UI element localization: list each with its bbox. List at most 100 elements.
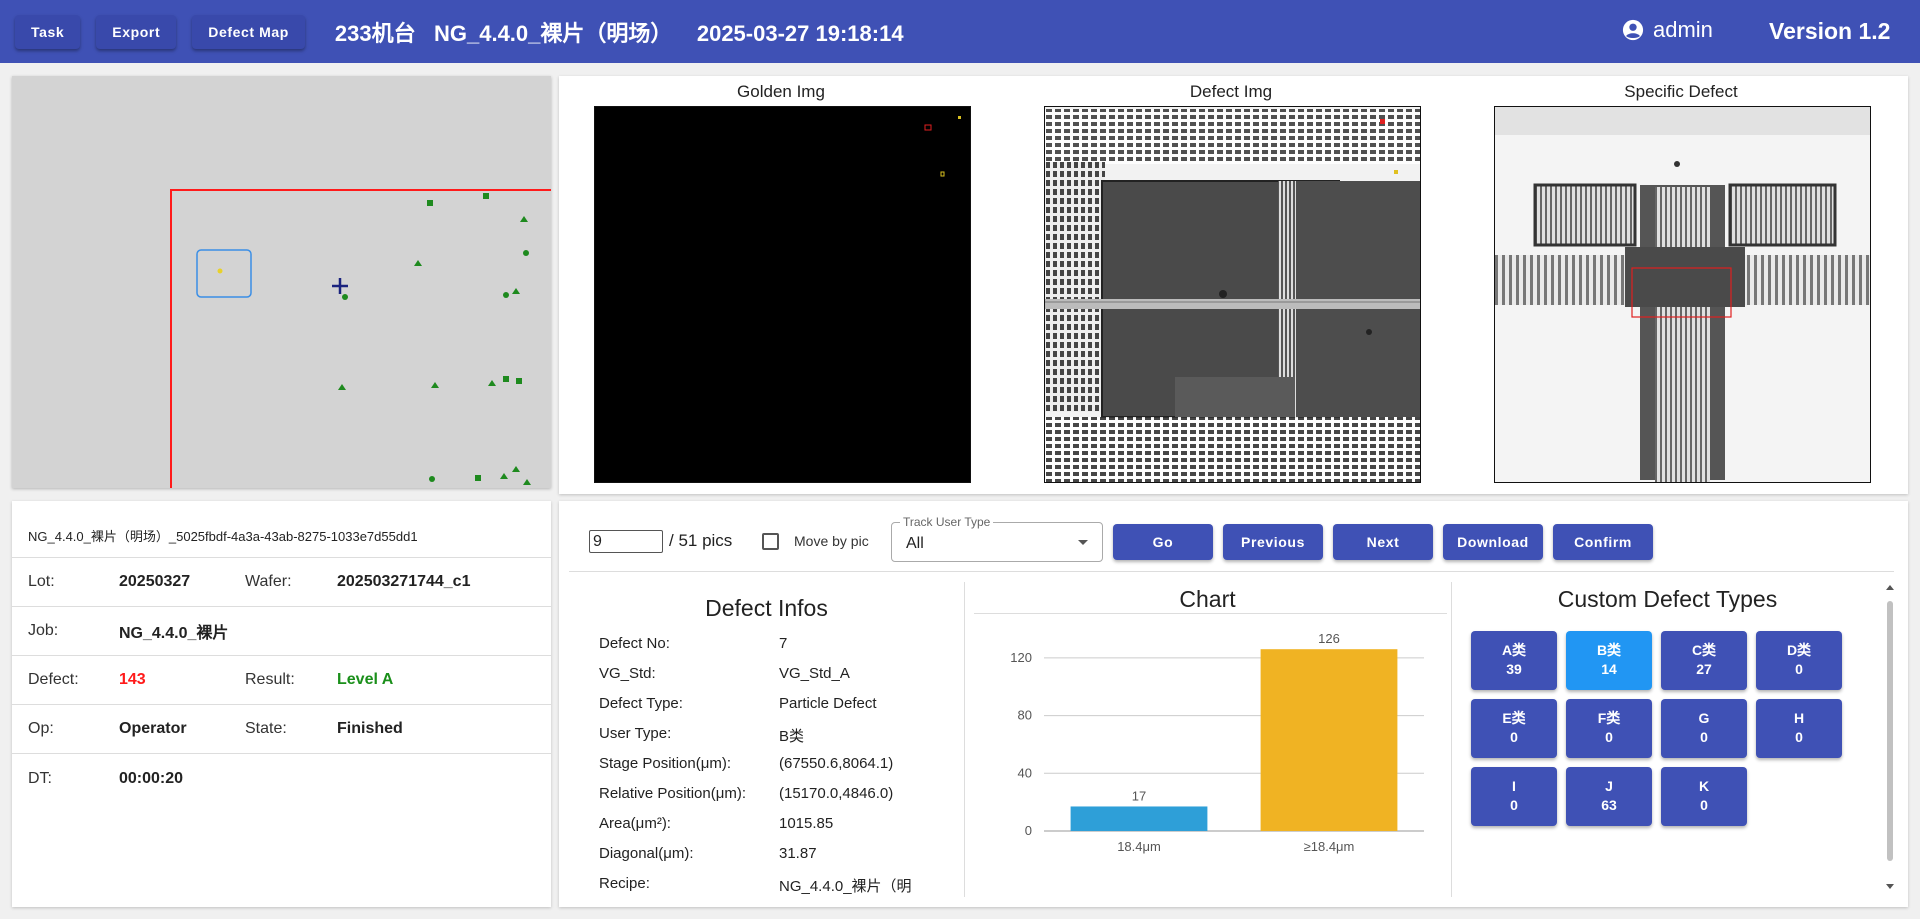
- next-button[interactable]: Next: [1333, 524, 1433, 560]
- lot-label: Lot:: [28, 573, 55, 590]
- defect-type-button[interactable]: A类 39: [1471, 631, 1557, 690]
- pic-total-label: / 51 pics: [669, 531, 733, 550]
- app-header: Task Export Defect Map 233机台 NG_4.4.0_裸片…: [0, 0, 1920, 63]
- pic-number-input[interactable]: 9: [589, 530, 663, 553]
- download-button[interactable]: Download: [1443, 524, 1543, 560]
- defect-info-row: Defect No: 7: [599, 635, 787, 652]
- defect-info-row: VG_Std: VG_Std_A: [599, 665, 850, 682]
- task-button[interactable]: Task: [15, 14, 81, 49]
- chart-bar: [1260, 649, 1398, 831]
- defect-type-button[interactable]: G0: [1661, 699, 1747, 758]
- dt-label: DT:: [28, 769, 52, 787]
- defect-info-value: B类: [779, 728, 805, 745]
- track-user-type-label: Track User Type: [900, 515, 994, 529]
- defect-info-key: Relative Position(μm):: [599, 785, 747, 802]
- defect-info-key: Area(μm²):: [599, 815, 671, 832]
- user-menu[interactable]: admin: [1622, 17, 1713, 43]
- scroll-down-icon[interactable]: [1886, 884, 1894, 889]
- wafer-info-panel: NG_4.4.0_裸片（明场）_5025fbdf-4a3a-43ab-8275-…: [12, 501, 551, 907]
- wafer-map-canvas[interactable]: [12, 76, 551, 488]
- defect-info-key: VG_Std:: [599, 665, 656, 682]
- defect-info-row: Relative Position(μm): (15170.0,4846.0): [599, 785, 893, 802]
- defect-info-value: Particle Defect: [779, 695, 877, 712]
- state-label: State:: [245, 720, 287, 737]
- move-by-pic-checkbox[interactable]: [762, 533, 779, 550]
- track-user-type-select[interactable]: Track User Type All: [891, 515, 1103, 562]
- defect-count: 143: [119, 671, 146, 688]
- defect-info-row: Stage Position(μm): (67550.6,8064.1): [599, 755, 893, 772]
- username: admin: [1653, 17, 1713, 42]
- defect-type-button[interactable]: J 63: [1566, 767, 1652, 826]
- defect-markers: [338, 193, 531, 485]
- defect-type-count: 27: [1696, 661, 1712, 677]
- defect-type-button[interactable]: C类 27: [1661, 631, 1747, 690]
- y-tick-label: 40: [1018, 765, 1032, 780]
- defect-type-count: 0: [1795, 729, 1803, 745]
- defect-type-button[interactable]: K0: [1661, 767, 1747, 826]
- defect-type-count: 14: [1601, 661, 1617, 677]
- toolbar-divider: [569, 571, 1894, 572]
- custom-defect-types-title: Custom Defect Types: [1557, 586, 1778, 612]
- defect-type-name: B类: [1596, 642, 1622, 658]
- defect-type-count: 63: [1601, 797, 1617, 813]
- specific-defect-image[interactable]: [1494, 106, 1871, 483]
- defect-type-name: D类: [1786, 642, 1812, 658]
- go-button[interactable]: Go: [1113, 524, 1213, 560]
- defect-type-button[interactable]: F类 0: [1566, 699, 1652, 758]
- scrollbar-thumb[interactable]: [1887, 601, 1893, 861]
- defect-info-row: Recipe: NG_4.4.0_裸片（明: [599, 875, 912, 896]
- scroll-up-icon[interactable]: [1886, 585, 1894, 590]
- defect-type-name: K: [1698, 778, 1710, 794]
- defect-label: Defect:: [28, 671, 79, 688]
- y-tick-label: 120: [1010, 650, 1032, 665]
- defect-info-value: (67550.6,8064.1): [779, 755, 894, 772]
- custom-defect-types-section: Custom Defect Types A类 39 B类 14 C类 27 D类 0 E类 0 F类…: [1451, 573, 1884, 898]
- image-viewer: Golden Img Defect Img Specific Defect: [559, 76, 1908, 494]
- golden-img-title: Golden Img: [737, 82, 825, 101]
- golden-image[interactable]: [594, 106, 971, 483]
- defect-type-name: A类: [1501, 642, 1527, 658]
- selected-defect-marker: [217, 268, 223, 274]
- op-value: Operator: [119, 720, 187, 737]
- defect-type-count: 0: [1700, 797, 1708, 813]
- crosshair-icon: [332, 278, 348, 294]
- selection-box[interactable]: [196, 249, 252, 298]
- info-row-lot: Lot: 20250327 Wafer: 202503271744_c1: [12, 558, 551, 607]
- x-tick-label: ≥18.4μm: [1304, 839, 1355, 854]
- defect-type-button[interactable]: H0: [1756, 699, 1842, 758]
- confirm-button[interactable]: Confirm: [1553, 524, 1653, 560]
- defect-info-value: 1015.85: [779, 815, 834, 832]
- chart-bar: [1070, 806, 1208, 831]
- previous-button[interactable]: Previous: [1223, 524, 1323, 560]
- defect-type-button[interactable]: I0: [1471, 767, 1557, 826]
- machine-name: 233机台: [334, 20, 416, 46]
- defect-info-value: 7: [779, 635, 788, 652]
- move-by-pic-label: Move by pic: [794, 533, 869, 549]
- defect-map-button[interactable]: Defect Map: [192, 14, 305, 49]
- defect-type-button[interactable]: E类 0: [1471, 699, 1557, 758]
- specific-defect-title: Specific Defect: [1624, 82, 1738, 101]
- dt-value: 00:00:20: [119, 769, 184, 787]
- chart-container: 0 40 80 120 17 18.4μm 126 ≥18.4μm: [974, 613, 1447, 883]
- defect-info-row: Area(μm²): 1015.85: [599, 815, 833, 832]
- defect-info-row: User Type: B类: [599, 725, 804, 746]
- defect-infos-section: Defect Infos Defect No: 7 VG_Std: VG_Std_A D…: [569, 573, 964, 907]
- wafer-map[interactable]: [12, 76, 551, 488]
- info-row-dt: DT: 00:00:20: [12, 754, 551, 803]
- defect-type-name: J: [1605, 778, 1613, 794]
- defect-info-key: Stage Position(μm):: [599, 755, 732, 772]
- navigation-toolbar: 9 / 51 pics Move by pic Track User Type …: [559, 501, 1908, 571]
- defect-type-count: 0: [1795, 661, 1803, 677]
- export-button[interactable]: Export: [96, 14, 177, 49]
- defect-type-count: 39: [1506, 661, 1522, 677]
- defect-info-key: Defect Type:: [599, 695, 683, 712]
- defect-control-panel: 9 / 51 pics Move by pic Track User Type …: [559, 501, 1908, 907]
- op-label: Op:: [28, 720, 54, 737]
- info-row-op: Op: Operator State: Finished: [12, 705, 551, 754]
- defect-type-button[interactable]: D类 0: [1756, 631, 1842, 690]
- defect-image[interactable]: [1044, 106, 1421, 483]
- wafer-value: 202503271744_c1: [337, 573, 471, 590]
- defect-type-count: 0: [1510, 729, 1518, 745]
- defect-type-button[interactable]: B类 14: [1566, 631, 1652, 690]
- defect-type-count: 0: [1700, 729, 1708, 745]
